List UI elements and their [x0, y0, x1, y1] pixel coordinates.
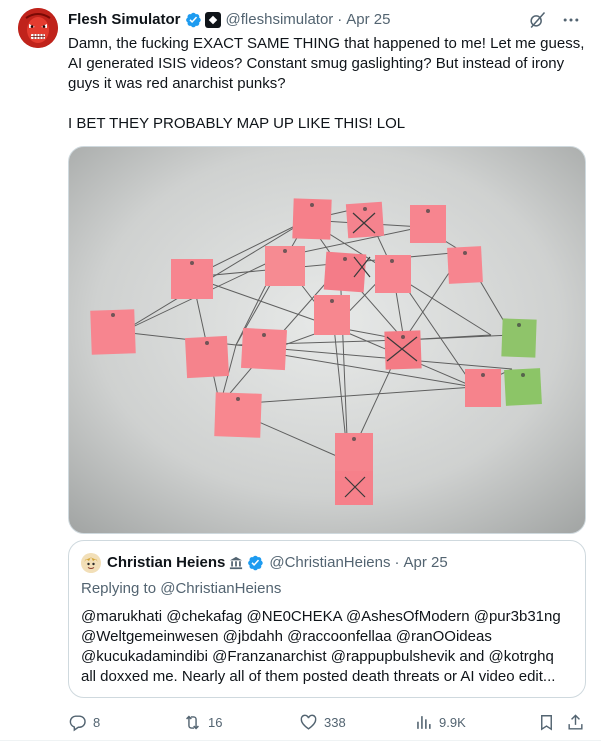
views-button[interactable]: 9.9K — [414, 713, 466, 732]
tweet[interactable]: Flesh Simulator @fleshsimulator · Apr 25… — [0, 0, 601, 741]
quote-author-avatar[interactable] — [81, 553, 101, 573]
repost-button[interactable]: 16 — [183, 713, 222, 732]
bookmark-button[interactable] — [537, 713, 562, 732]
reply-button[interactable]: 8 — [68, 713, 100, 732]
tweet-paragraph-1: Damn, the fucking EXACT SAME THING that … — [68, 35, 585, 92]
grok-icon[interactable] — [527, 10, 547, 30]
quote-author-name[interactable]: Christian Heiens — [107, 553, 225, 573]
author-avatar[interactable] — [18, 8, 58, 48]
verified-badge-icon — [185, 12, 201, 28]
bookmark-icon — [541, 714, 552, 731]
reply-count: 8 — [93, 714, 101, 730]
like-button[interactable]: 338 — [299, 713, 346, 732]
quote-author-handle[interactable]: @ChristianHeiens — [269, 553, 390, 573]
quoted-tweet[interactable]: Christian Heiens @ChristianHeiens · Apr … — [68, 540, 586, 698]
tweet-date[interactable]: Apr 25 — [346, 10, 390, 30]
tweet-header: Flesh Simulator @fleshsimulator · Apr 25 — [68, 10, 581, 30]
repost-icon — [186, 715, 199, 729]
header-separator: · — [337, 11, 343, 28]
share-button[interactable] — [566, 713, 591, 732]
repost-count: 16 — [208, 714, 223, 730]
government-building-icon — [230, 556, 243, 570]
like-count: 338 — [324, 714, 346, 730]
affiliate-badge-icon[interactable] — [204, 12, 221, 28]
tweet-paragraph-2: I BET THEY PROBABLY MAP UP LIKE THIS! LO… — [68, 115, 406, 132]
quote-line-3: @kucukadamindibi @Franzanarchist @rappup… — [81, 648, 554, 665]
quote-date[interactable]: Apr 25 — [403, 553, 447, 573]
quote-text: @marukhati @chekafag @NE0CHEKA @AshesOfM… — [81, 607, 575, 687]
quote-line-4: all doxxed me. Nearly all of them posted… — [81, 668, 556, 685]
quote-line-2: @Weltgemeinwesen @jbdahh @raccoonfellaa … — [81, 628, 492, 645]
heart-icon — [300, 714, 317, 730]
photo-conspiracy-board — [69, 147, 585, 533]
share-icon — [568, 713, 583, 730]
more-icon[interactable] — [561, 10, 581, 30]
author-display-name[interactable]: Flesh Simulator — [68, 10, 181, 30]
action-bar: 8 16 338 9.9K — [68, 710, 588, 734]
views-count: 9.9K — [439, 714, 466, 730]
quote-verified-badge-icon — [248, 555, 264, 571]
author-handle[interactable]: @fleshsimulator — [226, 10, 334, 30]
reply-icon — [69, 714, 86, 731]
quote-line-1: @marukhati @chekafag @NE0CHEKA @AshesOfM… — [81, 608, 561, 625]
tweet-text: Damn, the fucking EXACT SAME THING that … — [68, 34, 586, 134]
tweet-photo[interactable] — [68, 146, 586, 534]
quote-separator: · — [394, 554, 400, 571]
views-icon — [417, 715, 431, 729]
quote-header: Christian Heiens @ChristianHeiens · Apr … — [81, 553, 573, 573]
quote-replying-to[interactable]: Replying to @ChristianHeiens — [81, 579, 281, 599]
